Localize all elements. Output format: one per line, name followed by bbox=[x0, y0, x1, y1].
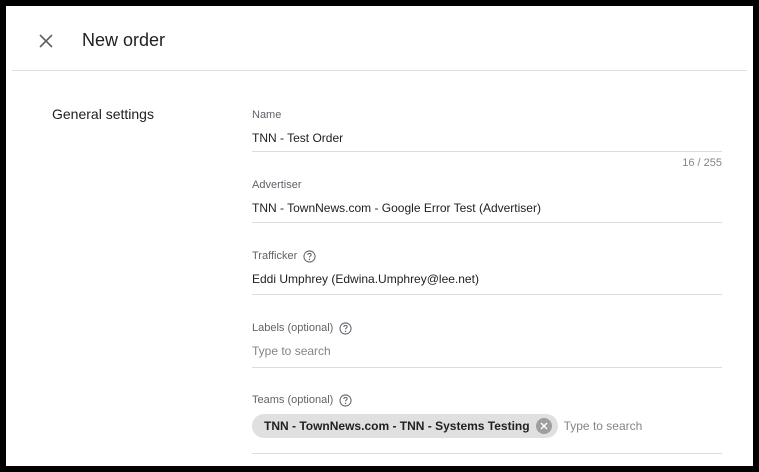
trafficker-field[interactable]: Trafficker Eddi Umphrey (Edwina.Umphrey@… bbox=[252, 248, 722, 295]
dialog-header: New order bbox=[12, 12, 747, 71]
labels-search-input[interactable]: Type to search bbox=[252, 342, 722, 360]
dialog-title: New order bbox=[82, 30, 166, 50]
close-icon bbox=[540, 422, 548, 430]
name-underline bbox=[252, 151, 722, 152]
trafficker-label: Trafficker bbox=[252, 248, 722, 264]
section-label-general-settings: General settings bbox=[52, 106, 154, 122]
trafficker-input[interactable]: Eddi Umphrey (Edwina.Umphrey@lee.net) bbox=[252, 270, 722, 288]
close-button[interactable] bbox=[34, 29, 58, 53]
teams-search-input[interactable]: Type to search bbox=[564, 419, 643, 433]
advertiser-field[interactable]: Advertiser TNN - TownNews.com - Google E… bbox=[252, 177, 722, 223]
teams-field[interactable]: Teams (optional) TNN - TownNews.com - TN… bbox=[252, 392, 722, 454]
labels-field[interactable]: Labels (optional) Type to search bbox=[252, 320, 722, 368]
trafficker-underline bbox=[252, 294, 722, 295]
name-input[interactable]: TNN - Test Order bbox=[252, 129, 722, 147]
name-field[interactable]: Name TNN - Test Order 16 / 255 bbox=[252, 107, 722, 169]
close-icon bbox=[39, 34, 53, 48]
name-char-counter: 16 / 255 bbox=[682, 157, 722, 169]
teams-label: Teams (optional) bbox=[252, 392, 722, 408]
dialog-frame: New order General settings Name TNN - Te… bbox=[0, 0, 759, 472]
labels-underline bbox=[252, 367, 722, 368]
help-icon[interactable] bbox=[339, 393, 352, 407]
teams-chip-row: TNN - TownNews.com - TNN - Systems Testi… bbox=[252, 414, 722, 438]
advertiser-input[interactable]: TNN - TownNews.com - Google Error Test (… bbox=[252, 199, 722, 217]
name-label: Name bbox=[252, 109, 282, 121]
labels-label: Labels (optional) bbox=[252, 320, 722, 336]
help-icon[interactable] bbox=[303, 249, 316, 263]
remove-chip-button[interactable] bbox=[535, 418, 552, 434]
help-icon[interactable] bbox=[339, 321, 352, 335]
teams-underline bbox=[252, 453, 722, 454]
advertiser-label: Advertiser bbox=[252, 179, 302, 191]
advertiser-underline bbox=[252, 222, 722, 223]
team-chip[interactable]: TNN - TownNews.com - TNN - Systems Testi… bbox=[252, 414, 558, 438]
